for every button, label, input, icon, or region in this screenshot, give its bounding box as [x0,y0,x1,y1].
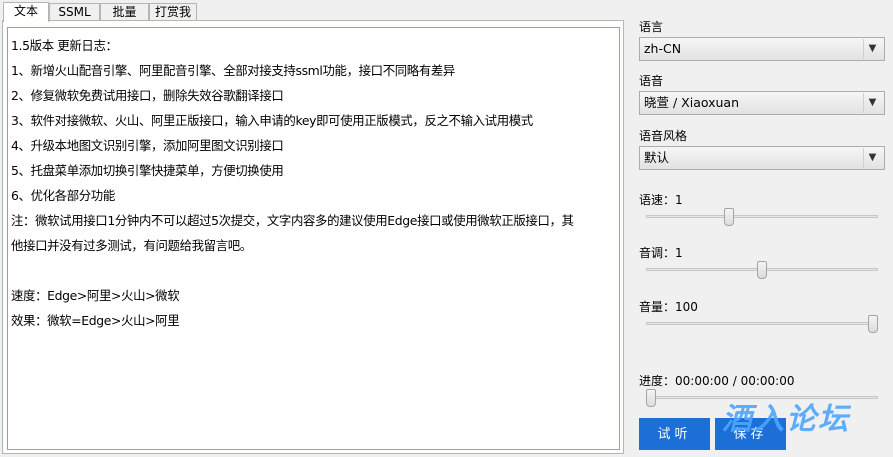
slider-thumb[interactable] [724,208,734,226]
text-editor[interactable]: 1.5版本 更新日志： 1、新增火山配音引擎、阿里配音引擎、全部对接支持ssml… [7,27,620,450]
slider-track [646,322,878,325]
style-select[interactable]: 默认 ▼ [639,146,885,170]
chevron-down-icon[interactable]: ▼ [863,93,881,113]
listen-button[interactable]: 试听 [639,418,710,450]
slider-thumb[interactable] [757,261,767,279]
editor-line: 4、升级本地图文识别引擎，添加阿里图文识别接口 [11,138,284,153]
volume-label: 音量：100 [639,300,698,314]
voice-label: 语音 [639,74,664,88]
style-select-value: 默认 [644,150,670,165]
tab-batch[interactable]: 批量 [100,3,149,20]
language-label: 语言 [639,20,664,34]
editor-line: 6、优化各部分功能 [11,188,115,203]
voice-select-value: 晓萱 / Xiaoxuan [644,95,740,110]
tab-ssml[interactable]: SSML [49,3,100,20]
progress-label: 进度：00:00:00 / 00:00:00 [639,374,795,388]
forum-watermark: 酒入论坛 [722,402,850,437]
pitch-slider[interactable] [646,260,878,280]
editor-line: 速度：Edge>阿里>火山>微软 [11,288,180,303]
editor-line: 2、修复微软免费试用接口，删除失效谷歌翻译接口 [11,88,284,103]
pitch-label: 音调：1 [639,246,683,260]
editor-line: 1.5版本 更新日志： [11,38,118,53]
chevron-down-icon[interactable]: ▼ [863,39,881,59]
voice-select[interactable]: 晓萱 / Xiaoxuan ▼ [639,91,885,115]
editor-line: 效果：微软=Edge>火山>阿里 [11,313,180,328]
editor-line: 注：微软试用接口1分钟内不可以超过5次提交，文字内容多的建议使用Edge接口或使… [11,213,574,228]
chevron-down-icon[interactable]: ▼ [863,148,881,168]
tab-panel-text: 1.5版本 更新日志： 1、新增火山配音引擎、阿里配音引擎、全部对接支持ssml… [2,20,624,454]
tab-text[interactable]: 文本 [3,2,49,22]
language-select-value: zh-CN [644,41,682,56]
style-label: 语音风格 [639,129,688,143]
volume-slider[interactable] [646,314,878,334]
speed-slider[interactable] [646,207,878,227]
slider-thumb[interactable] [646,389,656,407]
editor-line: 3、软件对接微软、火山、阿里正版接口，输入申请的key即可使用正版模式，反之不输… [11,113,533,128]
editor-line: 1、新增火山配音引擎、阿里配音引擎、全部对接支持ssml功能，接口不同略有差异 [11,63,455,78]
editor-line: 5、托盘菜单添加切换引擎快捷菜单，方便切换使用 [11,163,284,178]
language-select[interactable]: zh-CN ▼ [639,37,885,61]
editor-line: 他接口并没有过多测试，有问题给我留言吧。 [11,238,252,253]
slider-thumb[interactable] [868,315,878,333]
slider-track [646,215,878,218]
speed-label: 语速：1 [639,193,683,207]
tab-donate[interactable]: 打赏我 [149,3,197,20]
